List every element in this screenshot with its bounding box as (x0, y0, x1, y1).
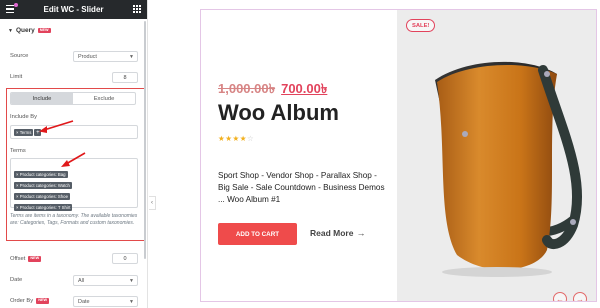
prev-slide-button[interactable]: ← (553, 292, 567, 301)
new-badge: NEW (36, 298, 50, 304)
star-icon: ★ (232, 134, 240, 143)
term-chip-label: Product categories: T Shirt (19, 205, 71, 210)
caret-down-icon: ▼ (8, 27, 13, 34)
editor-root: Edit WC - Slider ▼ Query NEW Source Prod… (0, 0, 600, 308)
order-by-select[interactable]: Date ▼ (73, 296, 138, 307)
limit-label: Limit (10, 74, 23, 80)
offset-label: Offset (10, 256, 26, 262)
product-slider: SALE! 1,000.00৳ 700.00৳ Woo Album ★★★★☆ … (200, 9, 597, 302)
editor-sidebar: Edit WC - Slider ▼ Query NEW Source Prod… (0, 0, 148, 308)
bucket-bag-image (435, 61, 583, 277)
source-value: Product (78, 53, 97, 60)
price-row: 1,000.00৳ 700.00৳ (218, 80, 327, 101)
widgets-grid-icon[interactable] (133, 5, 141, 13)
sale-badge: SALE! (406, 19, 436, 32)
offset-label-row: Offset NEW (10, 256, 42, 262)
terms-label: Terms (10, 148, 26, 154)
query-section-title: Query (15, 27, 35, 34)
star-icon: ★ (239, 134, 247, 143)
product-image (397, 10, 596, 301)
sidebar-scrollbar[interactable] (144, 21, 146, 259)
chevron-down-icon: ▼ (129, 278, 134, 284)
hamburger-icon[interactable] (6, 5, 14, 14)
include-by-label: Include By (10, 114, 38, 120)
include-by-chip[interactable]: × Terms (14, 129, 34, 137)
tab-include[interactable]: Include (11, 93, 73, 104)
source-label: Source (10, 53, 29, 59)
rating-stars: ★★★★☆ (218, 134, 254, 143)
include-by-chip-label: Terms (19, 130, 32, 135)
arrow-right-icon: → (356, 228, 366, 238)
date-select[interactable]: All ▼ (73, 275, 138, 286)
new-badge: NEW (37, 27, 51, 34)
query-section-header[interactable]: ▼ Query NEW (8, 27, 51, 34)
star-empty-icon: ☆ (246, 134, 255, 143)
annotation-arrow (39, 120, 74, 133)
chevron-down-icon: ▼ (129, 299, 134, 305)
notification-dot (14, 3, 18, 7)
tab-exclude[interactable]: Exclude (73, 93, 135, 104)
sidebar-title: Edit WC - Slider (43, 5, 104, 14)
date-label: Date (10, 277, 23, 283)
read-more-link[interactable]: Read More → (310, 228, 365, 238)
sidebar-header: Edit WC - Slider (0, 0, 147, 19)
term-chip[interactable]: × Product categories: T Shirt (14, 204, 73, 212)
order-by-value: Date (78, 298, 90, 305)
collapse-panel-icon[interactable]: ‹ (149, 196, 156, 210)
date-value: All (78, 277, 85, 284)
order-by-label: Order By (10, 298, 34, 304)
product-description: Sport Shop - Vendor Shop - Parallax Shop… (218, 171, 385, 204)
source-select[interactable]: Product ▼ (73, 51, 138, 62)
include-exclude-tabs: Include Exclude (10, 92, 136, 105)
next-slide-button[interactable]: → (573, 292, 587, 301)
sale-price: 700.00৳ (281, 81, 328, 96)
limit-input[interactable]: 8 (112, 72, 138, 83)
old-price: 1,000.00৳ (218, 81, 276, 96)
terms-help-text: Terms are items in a taxonomy. The avail… (10, 213, 138, 226)
product-title[interactable]: Woo Album (218, 100, 339, 126)
offset-input[interactable]: 0 (112, 253, 138, 264)
new-badge: NEW (28, 256, 42, 262)
read-more-label: Read More (310, 228, 354, 238)
annotation-arrow (61, 152, 86, 167)
order-by-label-row: Order By NEW (10, 298, 50, 304)
add-to-cart-button[interactable]: ADD TO CART (218, 223, 297, 245)
chevron-down-icon: ▼ (129, 54, 134, 60)
